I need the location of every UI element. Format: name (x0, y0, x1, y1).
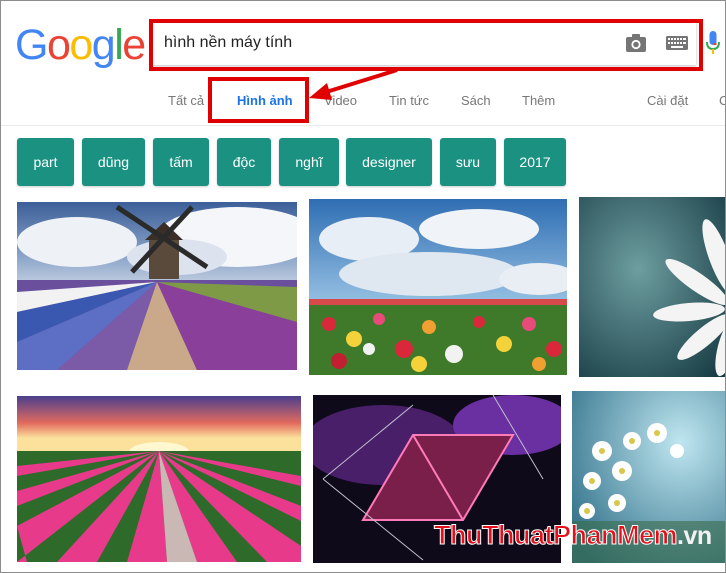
chip-suu[interactable]: sưu (440, 138, 496, 186)
chip-doc[interactable]: độc (217, 138, 271, 186)
tools-link[interactable]: C (719, 93, 725, 108)
related-search-chips: part dũng tấm độc nghĩ designer sưu 2017 (1, 138, 725, 188)
chip-part[interactable]: part (17, 138, 74, 186)
logo-letter: e (122, 21, 146, 69)
daisy-image (579, 197, 725, 377)
tab-all[interactable]: Tất cả (168, 93, 204, 108)
windmill-image (17, 202, 297, 370)
google-logo[interactable]: Google (15, 21, 146, 69)
annotation-arrow-icon (309, 68, 398, 100)
microphone-icon[interactable] (705, 31, 721, 55)
tulip-field-image (309, 199, 567, 375)
image-result[interactable] (17, 396, 301, 562)
search-header: Google hình nền máy tính Tất cả Hình ảnh… (1, 1, 725, 126)
watermark-logo: ThuThuatPhanMem.vn (434, 520, 713, 551)
chip-tam[interactable]: tấm (153, 138, 209, 186)
watermark-part: Thu (434, 520, 483, 551)
chip-designer[interactable]: designer (346, 138, 432, 186)
logo-letter: g (91, 21, 116, 69)
logo-letter: o (69, 21, 93, 69)
watermark-part: PhanMem (552, 520, 678, 551)
image-result[interactable] (309, 199, 567, 375)
chip-nghi[interactable]: nghĩ (279, 138, 339, 186)
logo-letter: o (46, 21, 71, 69)
logo-letter: l (114, 21, 124, 69)
search-highlight-box (149, 19, 703, 71)
images-tab-highlight-box (208, 77, 309, 123)
settings-link[interactable]: Cài đặt (647, 93, 688, 108)
screenshot-frame: Google hình nền máy tính Tất cả Hình ảnh… (0, 0, 726, 573)
chip-dung[interactable]: dũng (82, 138, 145, 186)
watermark-part: .vn (677, 522, 712, 550)
tab-books[interactable]: Sách (461, 93, 491, 108)
logo-letter: G (15, 21, 48, 69)
sunset-tulips-image (17, 396, 301, 562)
image-result[interactable] (17, 202, 297, 370)
tab-more[interactable]: Thêm (522, 93, 555, 108)
image-result[interactable] (579, 197, 725, 377)
chip-2017[interactable]: 2017 (504, 138, 566, 186)
watermark-part: Thuat (481, 520, 554, 551)
